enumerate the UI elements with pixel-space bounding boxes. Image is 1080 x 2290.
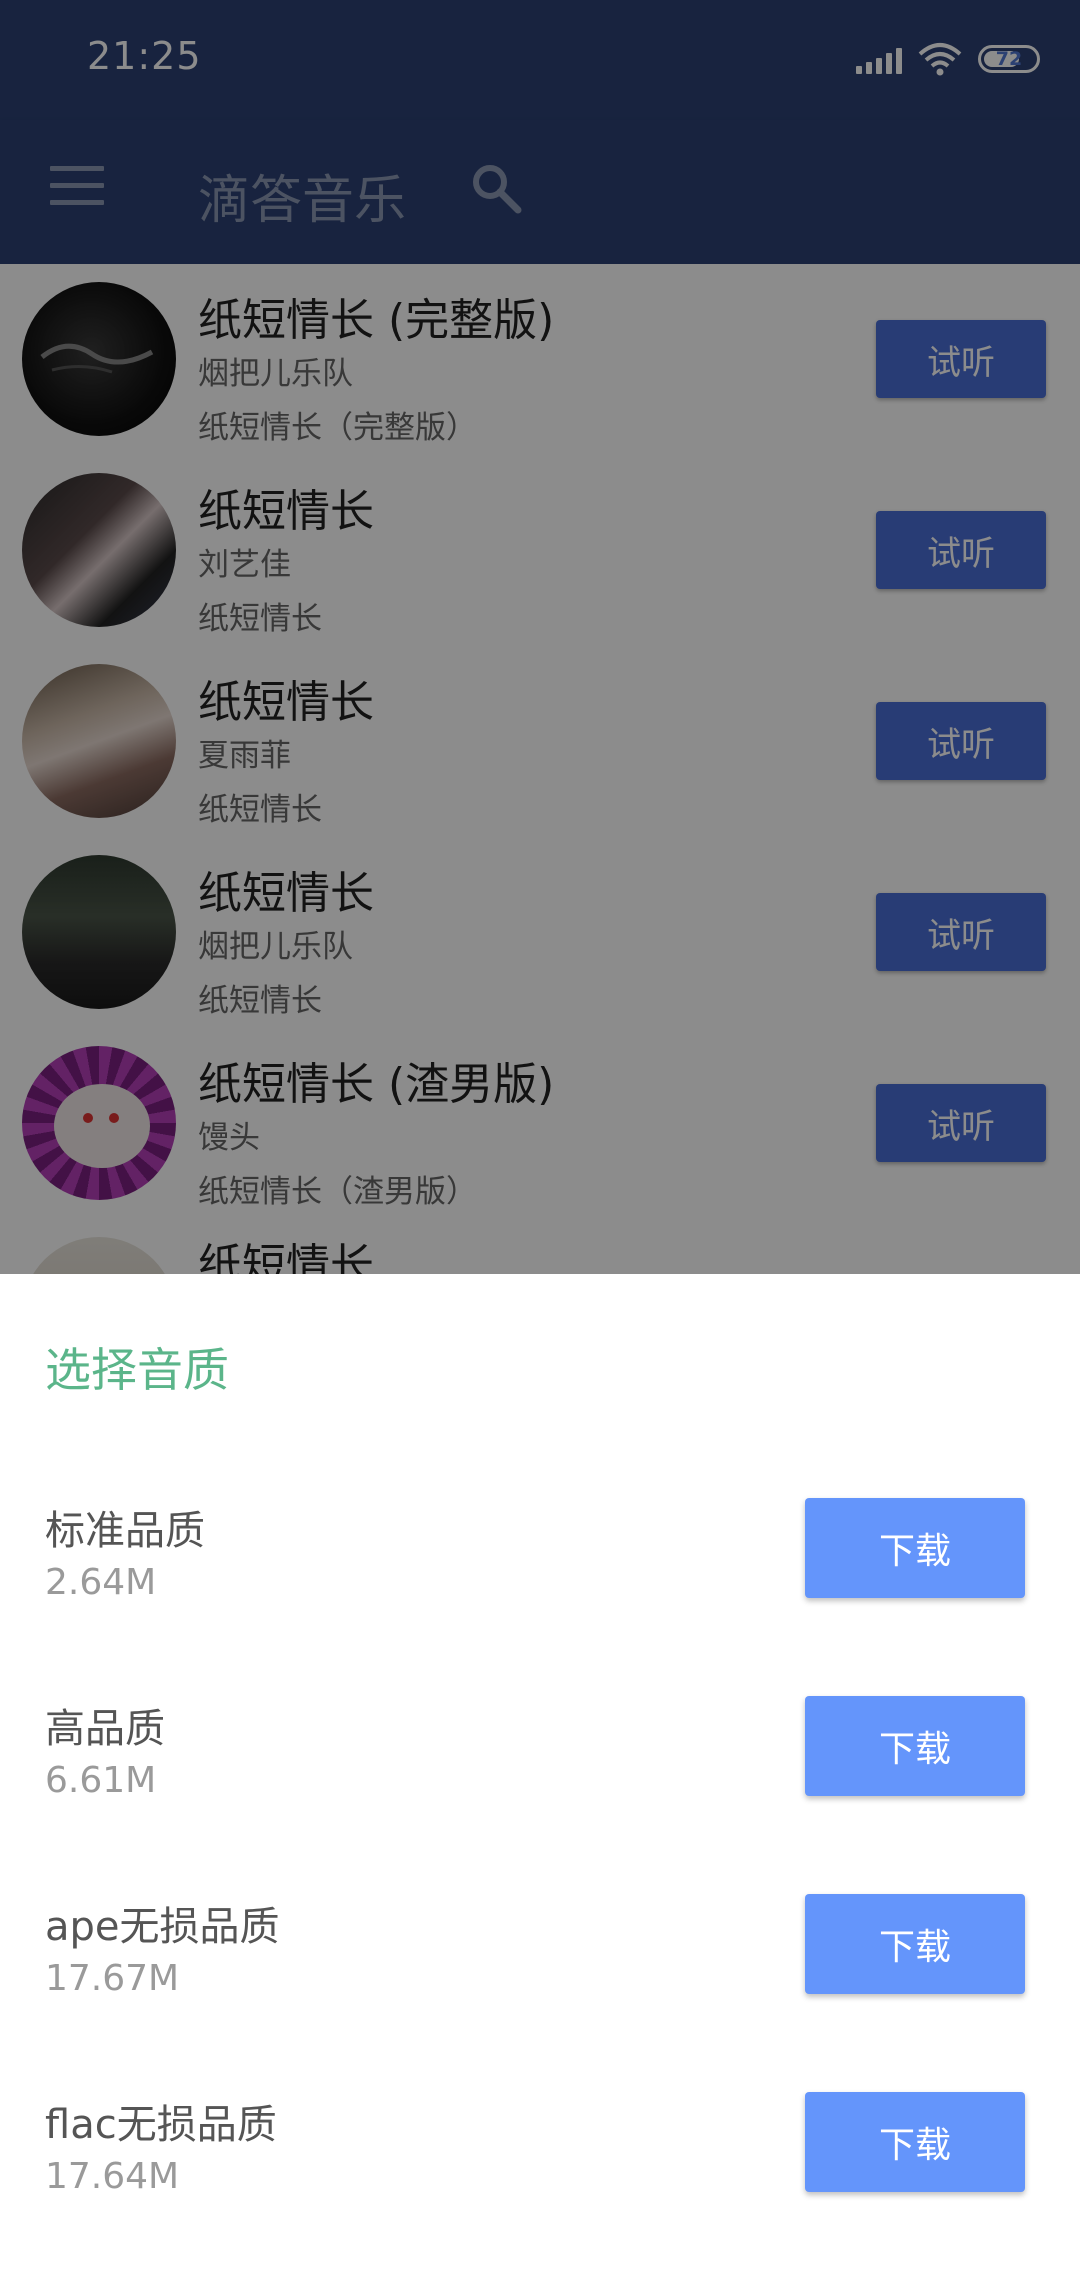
song-item[interactable]: 纸短情长 夏雨菲 纸短情长 试听 xyxy=(0,646,1080,837)
song-cover xyxy=(22,855,176,1009)
song-artist: 刘艺佳 xyxy=(198,547,291,583)
song-list: 纸短情长 (完整版) 烟把儿乐队 纸短情长（完整版） 试听 纸短情长 刘艺佳 纸… xyxy=(0,264,1080,1274)
quality-name: 标准品质 xyxy=(45,1508,205,1554)
song-artist: 烟把儿乐队 xyxy=(198,356,353,392)
quality-option: flac无损品质 17.64M 下载 xyxy=(0,2092,1080,2290)
menu-icon[interactable] xyxy=(50,166,104,206)
song-artist: 烟把儿乐队 xyxy=(198,929,353,965)
song-title: 纸短情长 (渣男版) xyxy=(198,1059,555,1110)
listen-button[interactable]: 试听 xyxy=(876,893,1046,971)
song-title: 纸短情长 xyxy=(198,486,374,537)
song-title: 纸短情长 xyxy=(198,868,374,919)
song-item[interactable]: 纸短情长 (完整版) 烟把儿乐队 纸短情长（完整版） 试听 xyxy=(0,264,1080,455)
song-album: 纸短情长 xyxy=(198,983,322,1019)
song-item[interactable]: 纸短情长 烟把儿乐队 纸短情长 试听 xyxy=(0,837,1080,1028)
song-title: 纸短情长 (完整版) xyxy=(198,295,555,346)
quality-size: 17.67M xyxy=(45,1958,180,1999)
quality-size: 2.64M xyxy=(45,1562,157,1603)
song-cover xyxy=(22,473,176,627)
quality-name: flac无损品质 xyxy=(45,2102,277,2148)
song-album: 纸短情长 xyxy=(198,792,322,828)
status-bar: 21:25 72 xyxy=(0,0,1080,120)
quality-option: ape无损品质 17.67M 下载 xyxy=(0,1894,1080,2092)
quality-option: 标准品质 2.64M 下载 xyxy=(0,1498,1080,1696)
quality-sheet: 选择音质 标准品质 2.64M 下载 高品质 6.61M 下载 ape无损品质 … xyxy=(0,1274,1080,2244)
app-title: 滴答音乐 xyxy=(198,171,407,231)
song-cover xyxy=(22,1046,176,1200)
listen-button[interactable]: 试听 xyxy=(876,702,1046,780)
wifi-icon xyxy=(918,43,962,76)
download-button[interactable]: 下载 xyxy=(805,1894,1025,1994)
download-button[interactable]: 下载 xyxy=(805,1498,1025,1598)
song-title: 纸短情长 xyxy=(198,1240,374,1274)
song-artist: 馒头 xyxy=(198,1120,260,1156)
search-icon[interactable] xyxy=(468,160,524,216)
quality-size: 6.61M xyxy=(45,1760,157,1801)
song-artist: 夏雨菲 xyxy=(198,738,291,774)
battery-level: 72 xyxy=(995,48,1023,70)
quality-name: 高品质 xyxy=(45,1706,165,1752)
song-cover xyxy=(22,1237,176,1274)
battery-icon: 72 xyxy=(978,45,1040,73)
song-title: 纸短情长 xyxy=(198,677,374,728)
status-time: 21:25 xyxy=(87,34,202,78)
status-icons: 72 xyxy=(856,40,1040,78)
song-item[interactable]: 纸短情长 刘艺佳 纸短情长 试听 xyxy=(0,455,1080,646)
listen-button[interactable]: 试听 xyxy=(876,1084,1046,1162)
download-button[interactable]: 下载 xyxy=(805,1696,1025,1796)
download-button[interactable]: 下载 xyxy=(805,2092,1025,2192)
listen-button[interactable]: 试听 xyxy=(876,511,1046,589)
song-cover xyxy=(22,664,176,818)
sheet-title: 选择音质 xyxy=(45,1343,229,1397)
song-cover xyxy=(22,282,176,436)
quality-name: ape无损品质 xyxy=(45,1904,280,1950)
listen-button[interactable]: 试听 xyxy=(876,320,1046,398)
song-album: 纸短情长（完整版） xyxy=(198,410,477,446)
song-album: 纸短情长 xyxy=(198,601,322,637)
song-album: 纸短情长（渣男版） xyxy=(198,1174,477,1210)
signal-icon xyxy=(856,44,902,74)
app-bar: 滴答音乐 xyxy=(0,120,1080,264)
quality-option: 高品质 6.61M 下载 xyxy=(0,1696,1080,1894)
quality-size: 17.64M xyxy=(45,2156,180,2197)
song-item[interactable]: 纸短情长 xyxy=(0,1219,1080,1274)
song-item[interactable]: 纸短情长 (渣男版) 馒头 纸短情长（渣男版） 试听 xyxy=(0,1028,1080,1219)
